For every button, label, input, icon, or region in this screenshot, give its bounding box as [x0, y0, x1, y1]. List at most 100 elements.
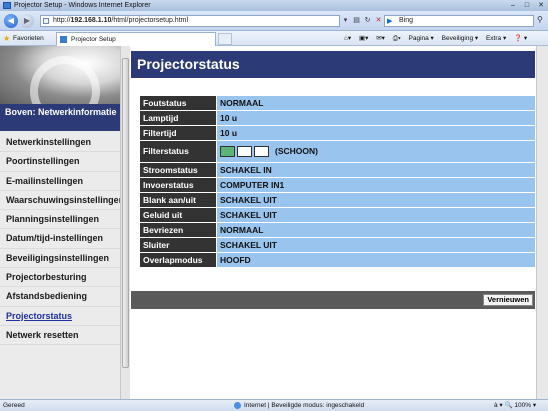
browser-tab[interactable]: Projector Setup	[56, 32, 216, 46]
status-row: Lamptijd 10 u	[140, 111, 535, 125]
page-title: Projectorstatus	[131, 51, 535, 78]
favorites-button[interactable]: Favorieten	[13, 31, 44, 46]
print-icon[interactable]: ⎙▾	[393, 35, 401, 42]
search-input[interactable]: ▶ Bing	[384, 15, 534, 27]
status-value: 10 u	[216, 126, 535, 140]
mail-icon[interactable]: ✉▾	[376, 35, 385, 42]
window-titlebar: Projector Setup - Windows Internet Explo…	[0, 0, 548, 11]
sidebar-item-poortinstellingen[interactable]: Poortinstellingen	[0, 152, 122, 172]
status-label: Filtertijd	[140, 126, 216, 140]
status-row: Invoerstatus COMPUTER IN1	[140, 178, 535, 192]
page-content: Boven: Netwerkinformatie Netwerkinstelli…	[0, 46, 548, 399]
dropdown-icon[interactable]: ▾	[340, 15, 351, 27]
ie-app-icon	[3, 2, 11, 9]
sidebar-item-projectorbesturing[interactable]: Projectorbesturing	[0, 268, 122, 288]
status-value: HOOFD	[216, 253, 535, 267]
status-value: (SCHOON)	[216, 141, 535, 162]
status-bar: Gereed Internet | Beveiligde modus: inge…	[0, 399, 548, 411]
menu-pagina[interactable]: Pagina ▾	[409, 35, 434, 42]
status-label: Overlapmodus	[140, 253, 216, 267]
footer-bar: Vernieuwen	[131, 291, 535, 309]
sidebar-item-projectorstatus[interactable]: Projectorstatus	[0, 307, 122, 326]
status-value: NORMAAL	[216, 223, 535, 237]
favorites-bar: ★ Favorieten Projector Setup ⌂▾ ▣▾ ✉▾ ⎙▾…	[0, 31, 548, 46]
tab-favicon-icon	[60, 36, 67, 43]
sidebar-item-planningsinstellingen[interactable]: Planningsinstellingen	[0, 210, 122, 230]
status-value: 10 u	[216, 111, 535, 125]
window-title: Projector Setup - Windows Internet Explo…	[14, 2, 151, 9]
status-row: Filtertijd 10 u	[140, 126, 535, 140]
sidebar-item-afstandsbediening[interactable]: Afstandsbediening	[0, 287, 122, 307]
search-icon[interactable]: ⚲	[537, 15, 543, 24]
status-row: Geluid uit SCHAKEL UIT	[140, 208, 535, 222]
compat-view-icon[interactable]: ▤	[351, 15, 362, 27]
status-row: Foutstatus NORMAAL	[140, 96, 535, 110]
close-button[interactable]: ✕	[534, 1, 548, 10]
status-row: Overlapmodus HOOFD	[140, 253, 535, 267]
sidebar-item-netwerk-resetten[interactable]: Netwerk resetten	[0, 326, 122, 346]
address-toolbar: ◀ ▶ http://192.168.1.10/html/projectorse…	[0, 11, 548, 31]
status-row: Stroomstatus SCHAKEL IN	[140, 163, 535, 177]
sidebar: Boven: Netwerkinformatie Netwerkinstelli…	[0, 46, 122, 399]
favorites-star-icon[interactable]: ★	[3, 31, 10, 46]
stop-icon[interactable]: ✕	[373, 15, 384, 27]
main-panel: Projectorstatus Foutstatus NORMAAL Lamptij…	[131, 46, 535, 399]
url-host: 192.168.1.10	[70, 17, 112, 24]
tab-title: Projector Setup	[71, 36, 116, 43]
security-zone: Internet | Beveiligde modus: ingeschakel…	[234, 400, 364, 411]
sidebar-item-waarschuwingsinstellingen[interactable]: Waarschuwingsinstellingen	[0, 191, 122, 211]
address-input[interactable]: http://192.168.1.10/html/projectorsetup.…	[40, 15, 340, 27]
filter-indicator-box	[237, 146, 252, 157]
status-value: NORMAAL	[216, 96, 535, 110]
maximize-button[interactable]: □	[520, 1, 534, 10]
menu-extra[interactable]: Extra ▾	[486, 35, 506, 42]
new-tab-button[interactable]	[218, 33, 232, 45]
menu-beveiliging[interactable]: Beveiliging ▾	[442, 35, 479, 42]
zoom-control[interactable]: à ▾ 🔍 100% ▾	[494, 400, 536, 411]
status-value: SCHAKEL UIT	[216, 193, 535, 207]
minimize-button[interactable]: –	[506, 1, 520, 10]
status-label: Stroomstatus	[140, 163, 216, 177]
status-label: Foutstatus	[140, 96, 216, 110]
status-value: SCHAKEL IN	[216, 163, 535, 177]
filter-status-text: (SCHOON)	[275, 146, 318, 156]
status-label: Bevriezen	[140, 223, 216, 237]
refresh-button[interactable]: Vernieuwen	[483, 294, 533, 306]
status-label: Geluid uit	[140, 208, 216, 222]
page-scrollbar[interactable]	[536, 46, 548, 399]
home-icon[interactable]: ⌂▾	[344, 35, 351, 42]
sidebar-menu: Netwerkinstellingen Poortinstellingen E-ma…	[0, 133, 122, 346]
status-text: Gereed	[3, 402, 25, 409]
forward-button[interactable]: ▶	[20, 14, 34, 28]
filter-indicator-box	[220, 146, 235, 157]
security-zone-text: Internet | Beveiligde modus: ingeschakel…	[244, 402, 365, 409]
filter-indicator-box	[254, 146, 269, 157]
sidebar-item-netwerkinstellingen[interactable]: Netwerkinstellingen	[0, 133, 122, 153]
status-label: Blank aan/uit	[140, 193, 216, 207]
back-button[interactable]: ◀	[4, 14, 18, 28]
status-row: Blank aan/uit SCHAKEL UIT	[140, 193, 535, 207]
status-label: Sluiter	[140, 238, 216, 252]
status-table: Foutstatus NORMAAL Lamptijd 10 u Filtertijd 1…	[140, 96, 535, 268]
feeds-icon[interactable]: ▣▾	[359, 35, 368, 42]
sidebar-header-link[interactable]: Boven: Netwerkinformatie	[0, 104, 122, 131]
refresh-icon[interactable]: ↻	[362, 15, 373, 27]
sidebar-item-e-mailinstellingen[interactable]: E-mailinstellingen	[0, 172, 122, 191]
status-label: Lamptijd	[140, 111, 216, 125]
status-row: Filterstatus (SCHOON)	[140, 141, 535, 162]
status-label: Filterstatus	[140, 141, 216, 162]
sidebar-item-datum-tijd-instellingen[interactable]: Datum/tijd-instellingen	[0, 229, 122, 249]
sidebar-item-beveiligingsinstellingen[interactable]: Beveiligingsinstellingen	[0, 249, 122, 269]
status-value: SCHAKEL UIT	[216, 208, 535, 222]
status-row: Sluiter SCHAKEL UIT	[140, 238, 535, 252]
page-icon	[43, 18, 49, 24]
sidebar-scrollbar[interactable]	[120, 46, 130, 399]
command-bar: ⌂▾ ▣▾ ✉▾ ⎙▾ Pagina ▾ Beveiliging ▾ Extra…	[344, 31, 533, 46]
search-placeholder: Bing	[399, 17, 414, 24]
status-label: Invoerstatus	[140, 178, 216, 192]
status-value: SCHAKEL UIT	[216, 238, 535, 252]
bing-icon: ▶	[387, 18, 393, 25]
sidebar-banner-image	[0, 46, 122, 126]
menu-help[interactable]: ❓ ▾	[514, 35, 527, 42]
status-row: Bevriezen NORMAAL	[140, 223, 535, 237]
